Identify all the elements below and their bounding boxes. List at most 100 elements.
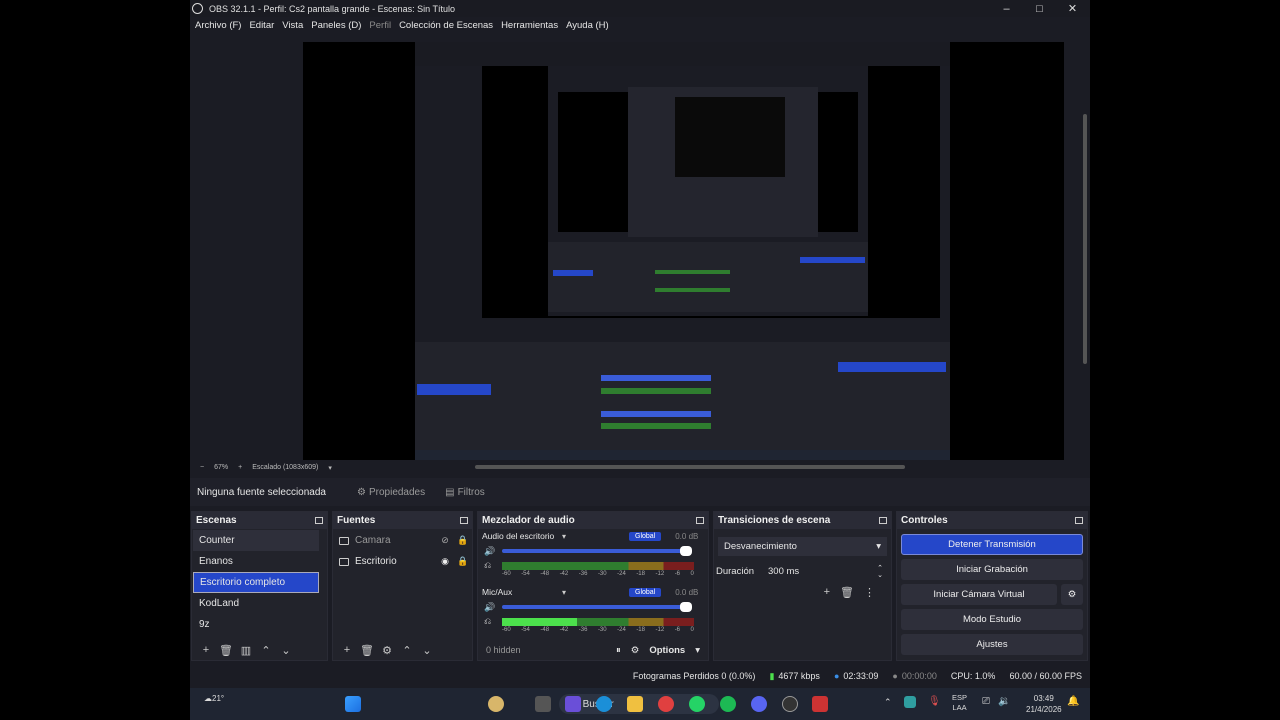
virtual-camera-button[interactable]: Iniciar Cámara Virtual [901,584,1057,605]
camera-icon [339,536,349,545]
global-badge[interactable]: Global [629,587,662,597]
properties-button[interactable]: ⚙ Propiedades [352,484,430,501]
undock-icon[interactable] [460,517,468,524]
menu-coleccion[interactable]: Colección de Escenas [399,20,493,31]
spin-icon[interactable]: ⌃ ⌄ [877,565,883,579]
settings-button[interactable]: Ajustes [901,634,1083,655]
duration-input[interactable]: 300 ms ⌃ ⌄ [768,562,887,581]
menu-ayuda[interactable]: Ayuda (H) [566,20,609,31]
move-down-icon[interactable]: ⌄ [417,644,437,657]
zoom-out-icon[interactable]: − [200,464,204,471]
zoom-in-icon[interactable]: + [238,464,242,471]
edge-icon[interactable] [596,696,612,712]
headphones-icon[interactable]: ⎌ [484,616,491,627]
obs-taskbar-icon[interactable] [782,696,798,712]
scaling-dropdown-icon[interactable]: ▾ [328,464,332,472]
source-item[interactable]: Escritorio ◉ 🔒 [333,551,472,572]
studio-mode-button[interactable]: Modo Estudio [901,609,1083,630]
filters-button[interactable]: ▤ Filtros [440,484,490,501]
remove-transition-icon[interactable]: 🗑 [840,586,854,599]
stop-stream-button[interactable]: Detener Transmisión [901,534,1083,555]
menu-archivo[interactable]: Archivo (F) [195,20,241,31]
volume-slider[interactable] [502,602,692,612]
file-explorer-icon[interactable] [627,696,643,712]
headphones-icon[interactable]: ⎌ [484,560,491,571]
maximize-button[interactable]: □ [1023,0,1056,17]
menu-vista[interactable]: Vista [282,20,303,31]
start-recording-button[interactable]: Iniciar Grabación [901,559,1083,580]
pause-icon[interactable]: ⏸ [616,645,621,656]
undock-icon[interactable] [315,517,323,524]
speaker-icon[interactable]: 🔊 [484,546,495,557]
close-button[interactable]: ✕ [1056,0,1089,17]
widget-image-icon[interactable] [488,696,504,712]
notification-bell-icon[interactable]: 🔔 [1067,696,1079,707]
chrome-icon[interactable] [658,696,674,712]
scene-item[interactable]: 9z [193,614,319,635]
preview-canvas[interactable] [303,42,1064,460]
tray-chevron-icon[interactable]: ⌃ [884,697,892,708]
minimize-button[interactable]: – [990,0,1023,17]
add-scene-icon[interactable]: + [196,644,216,656]
sources-toolbar: + 🗑 ⚙ ⌃ ⌄ [333,640,472,660]
add-transition-icon[interactable]: + [824,586,830,599]
hidden-count[interactable]: 0 hidden [486,645,521,655]
app-icon[interactable] [812,696,828,712]
cpu-usage: CPU: 1.0% [950,671,996,681]
slider-knob[interactable] [680,602,692,612]
eye-hidden-icon[interactable]: ⊘ [436,535,454,546]
options-button[interactable]: Options [649,645,685,656]
virtual-camera-settings-icon[interactable]: ⚙ [1061,584,1083,605]
menu-paneles[interactable]: Paneles (D) [311,20,361,31]
preview-area[interactable] [190,34,1090,460]
microphone-icon[interactable]: 🎙 [928,696,941,707]
volume-icon[interactable]: 🔉 [998,696,1010,707]
clock[interactable]: 03:49 21/4/2026 [1026,693,1062,715]
channel-dropdown-icon[interactable]: ▾ [562,532,622,541]
undock-icon[interactable] [696,517,704,524]
discord-icon[interactable] [751,696,767,712]
preview-vertical-scrollbar[interactable] [1083,114,1087,364]
remove-source-icon[interactable]: 🗑 [357,644,377,657]
eye-icon[interactable]: ◉ [436,556,454,567]
volume-slider[interactable] [502,546,692,556]
scene-filters-icon[interactable]: ▥ [236,644,256,657]
menu-perfil[interactable]: Perfil [369,20,391,31]
preview-horizontal-scrollbar[interactable] [475,465,905,469]
speaker-icon[interactable]: 🔊 [484,602,495,613]
whatsapp-icon[interactable] [689,696,705,712]
mixer-settings-icon[interactable]: ⚙ [631,645,640,656]
start-icon[interactable] [345,696,361,712]
remove-scene-icon[interactable]: 🗑 [216,644,236,657]
scene-item[interactable]: KodLand [193,593,319,614]
teams-icon[interactable] [565,696,581,712]
undock-icon[interactable] [879,517,887,524]
slider-knob[interactable] [680,546,692,556]
scene-item[interactable]: Enanos [193,551,319,572]
scene-item[interactable]: Counter [193,530,319,551]
channel-dropdown-icon[interactable]: ▾ [562,588,622,597]
options-dropdown-icon[interactable]: ▾ [695,645,700,656]
add-source-icon[interactable]: + [337,644,357,656]
scene-item-selected[interactable]: Escritorio completo [193,572,319,593]
network-icon[interactable]: ⎚ [982,696,990,707]
move-down-icon[interactable]: ⌄ [276,644,296,657]
menu-herramientas[interactable]: Herramientas [501,20,558,31]
spotify-icon[interactable] [720,696,736,712]
lock-icon[interactable]: 🔒 [454,556,472,567]
move-up-icon[interactable]: ⌃ [256,644,276,657]
weather-widget[interactable]: ☁21° [204,694,224,703]
filters-label: Filtros [457,486,485,498]
task-view-icon[interactable] [535,696,551,712]
language-indicator[interactable]: ESP LAA [952,693,967,713]
more-menu-icon[interactable]: ⋮ [864,586,875,599]
menu-editar[interactable]: Editar [249,20,274,31]
undock-icon[interactable] [1075,517,1083,524]
transition-select[interactable]: Desvanecimiento ▾ [718,537,887,556]
global-badge[interactable]: Global [629,531,662,541]
tray-app-icon[interactable] [904,696,916,708]
source-properties-icon[interactable]: ⚙ [377,644,397,657]
move-up-icon[interactable]: ⌃ [397,644,417,657]
source-item[interactable]: Camara ⊘ 🔒 [333,530,472,551]
lock-icon[interactable]: 🔒 [454,535,472,546]
